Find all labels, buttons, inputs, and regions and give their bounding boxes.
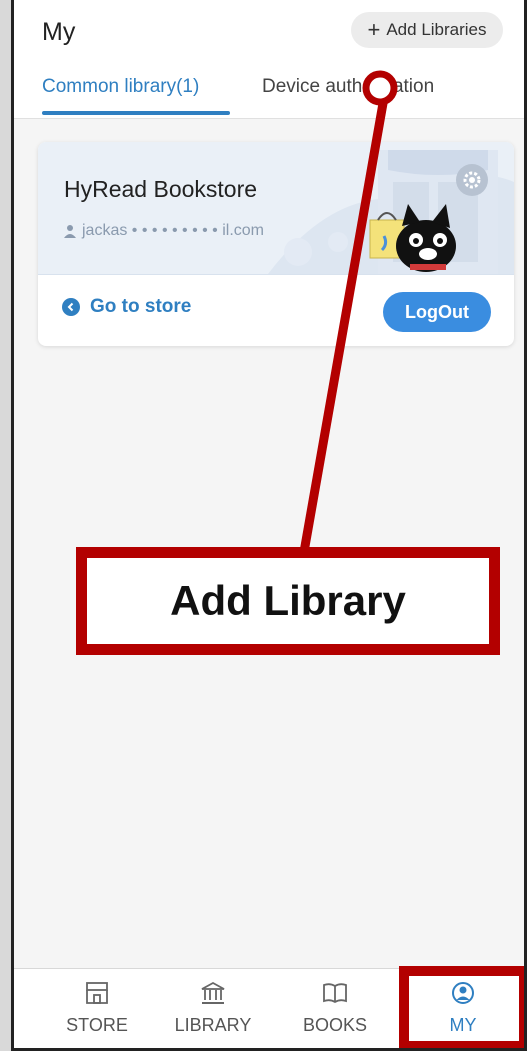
annotation-callout-box: Add Library [76, 547, 500, 655]
go-to-store-label: Go to store [90, 296, 192, 317]
book-icon [323, 983, 347, 1004]
active-tab-indicator [42, 111, 230, 115]
user-email: jackas • • • • • • • • • il.com [82, 222, 264, 239]
library-icon [201, 981, 225, 1004]
nav-books-label: BOOKS [302, 1015, 368, 1035]
add-libraries-button[interactable]: + Add Libraries [351, 12, 503, 48]
store-icon [86, 982, 108, 1004]
nav-item-library[interactable]: LIBRARY [158, 981, 268, 1036]
library-card: HyRead Bookstore jackas • • • • • • • • … [38, 142, 514, 346]
go-to-store-link[interactable]: Go to store [62, 296, 191, 318]
nav-library-label: LIBRARY [174, 1015, 252, 1035]
settings-gear-icon[interactable] [456, 164, 488, 196]
tab-common-library[interactable]: Common library(1) [42, 76, 199, 98]
top-bar: My + Add Libraries Common library(1) Dev… [14, 0, 524, 119]
phone-screen: My + Add Libraries Common library(1) Dev… [11, 0, 527, 1051]
library-name: HyRead Bookstore [64, 176, 258, 202]
logout-button[interactable]: LogOut [383, 292, 491, 332]
nav-item-books[interactable]: BOOKS [280, 981, 390, 1036]
card-divider [38, 274, 514, 275]
tab-device-authorization[interactable]: Device authorization [262, 76, 434, 98]
library-card-banner: HyRead Bookstore jackas • • • • • • • • … [38, 142, 514, 274]
chevron-left-circle-icon [62, 298, 80, 316]
library-user-account: jackas • • • • • • • • • il.com [64, 222, 264, 240]
annotation-highlight-my-tab [399, 966, 524, 1048]
page-title: My [42, 18, 76, 46]
person-icon [64, 225, 76, 238]
nav-item-store[interactable]: STORE [42, 981, 152, 1036]
annotation-label: Add Library [170, 577, 406, 624]
cat-mascot-illustration [369, 204, 456, 272]
add-libraries-label: Add Libraries [386, 20, 487, 39]
nav-store-label: STORE [66, 1015, 128, 1035]
plus-icon: + [367, 17, 381, 42]
